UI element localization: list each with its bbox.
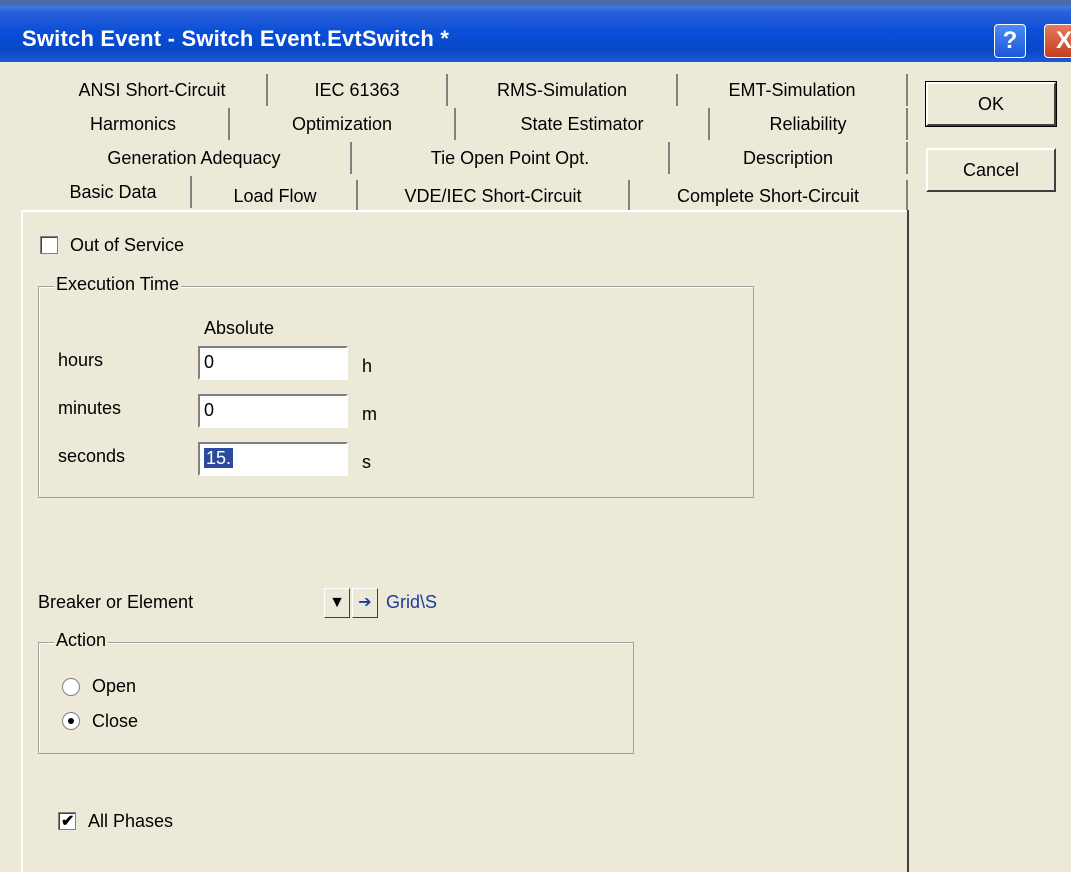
all-phases-checkbox[interactable]: ✔ — [58, 812, 76, 830]
title-bar[interactable]: Switch Event - Switch Event.EvtSwitch * … — [0, 6, 1071, 62]
radio-close-dot — [68, 718, 74, 724]
out-of-service-label: Out of Service — [70, 235, 185, 255]
ok-button[interactable]: OK — [925, 81, 1057, 127]
execution-time-legend: Execution Time — [54, 274, 182, 295]
tab-reliability[interactable]: Reliability — [710, 108, 908, 140]
tab-row-4: Basic Data Load Flow VDE/IEC Short-Circu… — [36, 176, 908, 212]
tab-description[interactable]: Description — [670, 142, 908, 174]
minutes-value: 0 — [204, 400, 215, 420]
tab-rms-simulation[interactable]: RMS-Simulation — [448, 74, 678, 106]
out-of-service-checkbox[interactable] — [40, 236, 58, 254]
tab-harmonics[interactable]: Harmonics — [38, 108, 230, 140]
seconds-input[interactable]: 15. — [198, 442, 348, 476]
checkmark-icon: ✔ — [61, 813, 75, 830]
hours-unit: h — [362, 356, 373, 376]
seconds-value: 15. — [204, 448, 234, 468]
select-dropdown-button[interactable]: ▼ — [324, 588, 350, 618]
triangle-down-icon: ▼ — [329, 594, 345, 611]
window-title: Switch Event - Switch Event.EvtSwitch * — [22, 26, 450, 51]
tab-emt-simulation[interactable]: EMT-Simulation — [678, 74, 908, 106]
help-button[interactable]: ? — [994, 24, 1026, 58]
tab-optimization[interactable]: Optimization — [230, 108, 456, 140]
breaker-label: Breaker or Element — [38, 592, 194, 612]
tab-generation-adequacy[interactable]: Generation Adequacy — [38, 142, 352, 174]
tab-complete-short-circuit[interactable]: Complete Short-Circuit — [630, 180, 908, 212]
tab-vde-iec-short-circuit[interactable]: VDE/IEC Short-Circuit — [358, 180, 630, 212]
close-button[interactable]: X — [1044, 24, 1071, 58]
radio-close[interactable] — [62, 712, 80, 730]
arrow-right-icon: ➔ — [358, 594, 372, 611]
switch-event-dialog: Switch Event - Switch Event.EvtSwitch * … — [0, 0, 1071, 872]
absolute-header: Absolute — [204, 318, 275, 338]
minutes-label: minutes — [58, 398, 122, 418]
hours-label: hours — [58, 350, 104, 370]
radio-open[interactable] — [62, 678, 80, 696]
minutes-input[interactable]: 0 — [198, 394, 348, 428]
hours-input[interactable]: 0 — [198, 346, 348, 380]
tab-ansi-short-circuit[interactable]: ANSI Short-Circuit — [38, 74, 268, 106]
action-legend: Action — [54, 630, 109, 651]
tab-state-estimator[interactable]: State Estimator — [456, 108, 710, 140]
cancel-button[interactable]: Cancel — [926, 148, 1056, 192]
radio-open-label: Open — [92, 676, 137, 696]
tab-tie-open-point-opt[interactable]: Tie Open Point Opt. — [352, 142, 670, 174]
tab-row-1: ANSI Short-Circuit IEC 61363 RMS-Simulat… — [38, 74, 908, 106]
action-group — [38, 642, 634, 754]
execution-time-group — [38, 286, 754, 498]
tab-iec-61363[interactable]: IEC 61363 — [268, 74, 448, 106]
seconds-unit: s — [362, 452, 371, 472]
tab-row-3: Generation Adequacy Tie Open Point Opt. … — [38, 142, 908, 174]
breaker-value[interactable]: Grid\S — [386, 592, 437, 613]
tab-basic-data[interactable]: Basic Data — [36, 176, 192, 208]
seconds-label: seconds — [58, 446, 126, 466]
minutes-unit: m — [362, 404, 377, 424]
jump-to-button[interactable]: ➔ — [352, 588, 378, 618]
tab-row-2: Harmonics Optimization State Estimator R… — [38, 108, 908, 140]
radio-close-label: Close — [92, 711, 139, 731]
tab-load-flow[interactable]: Load Flow — [194, 180, 358, 212]
all-phases-label: All Phases — [88, 811, 174, 831]
hours-value: 0 — [204, 352, 215, 372]
